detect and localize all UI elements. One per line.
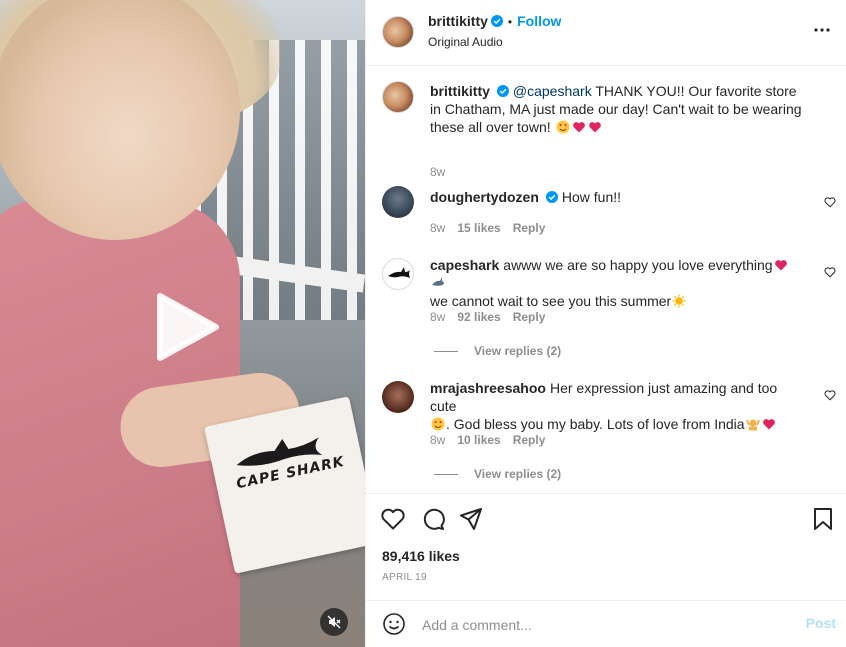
post-actions: 89,416 likes APRIL 19 [366, 493, 846, 600]
speaker-muted-icon [327, 615, 341, 629]
mute-button[interactable] [320, 608, 348, 636]
comment-username[interactable]: mrajashreesahoo [430, 380, 546, 396]
commenter-avatar[interactable] [382, 258, 414, 290]
caption-text: brittikitty @capeshark THANK YOU!! Our fa… [430, 82, 802, 136]
smiling-hearts-emoji-icon [431, 417, 445, 431]
heart-icon[interactable] [824, 266, 836, 278]
red-heart-emoji-icon [774, 260, 787, 271]
comment-meta: 8w 10 likes Reply [430, 433, 557, 447]
emoji-icon[interactable] [382, 612, 406, 636]
comment-time: 8w [430, 433, 446, 447]
save-icon[interactable] [810, 506, 836, 532]
red-heart-emoji-icon [572, 122, 585, 133]
comment-likes[interactable]: 10 likes [457, 433, 500, 447]
follow-button[interactable]: Follow [517, 13, 561, 29]
comment-item: mrajashreesahoo Her expression just amazi… [382, 379, 836, 481]
comment-body-line-1: awww we are so happy you love everything [503, 257, 773, 273]
comments-list[interactable]: brittikitty @capeshark THANK YOU!! Our fa… [366, 66, 846, 493]
caption-time: 8w [430, 165, 446, 179]
comment-text: mrajashreesahoo Her expression just amazi… [430, 379, 802, 433]
view-replies-button[interactable]: View replies (2) [434, 344, 561, 358]
reply-button[interactable]: Reply [513, 221, 546, 235]
play-icon[interactable] [152, 292, 222, 362]
post-header: brittikitty • Follow Original Audio [366, 0, 846, 66]
like-count[interactable]: 89,416 likes [382, 548, 460, 564]
post-comment-button[interactable]: Post [806, 615, 836, 631]
add-comment-bar: Post [366, 600, 846, 647]
comment-time: 8w [430, 310, 446, 324]
shark-logo-icon [388, 267, 410, 278]
sun-emoji-icon [672, 294, 686, 308]
verified-badge-icon [545, 191, 558, 203]
author-username[interactable]: brittikitty [428, 13, 488, 29]
comment-body-line-2: . God bless you my baby. Lots of love fr… [446, 416, 745, 432]
comment-meta: 8w 92 likes Reply [430, 310, 557, 324]
comment-likes[interactable]: 15 likes [457, 221, 500, 235]
shark-emoji-icon [432, 277, 444, 286]
comment-username[interactable]: capeshark [430, 257, 499, 273]
comment-item: capeshark awww we are so happy you love e… [382, 256, 836, 358]
audio-label[interactable]: Original Audio [428, 35, 503, 49]
comment-username[interactable]: doughertydozen [430, 189, 539, 205]
mention-link[interactable]: @capeshark [513, 83, 592, 99]
author-avatar[interactable] [382, 16, 414, 48]
comment-meta: 8w 15 likes Reply [430, 221, 557, 235]
comment-body: How fun!! [561, 189, 622, 205]
smiling-hearts-emoji-icon [556, 120, 570, 134]
comment-body-line-2: we cannot wait to see you this summer [430, 293, 672, 309]
post-date: APRIL 19 [382, 572, 427, 583]
commenter-avatar[interactable] [382, 186, 414, 218]
comment-likes[interactable]: 92 likes [457, 310, 500, 324]
comment-item: doughertydozen How fun!! 8w 15 likes Reply [382, 186, 836, 246]
post-video[interactable]: CAPE SHARK [0, 0, 365, 647]
verified-badge-icon [490, 15, 503, 27]
separator-dot: • [507, 15, 513, 29]
heart-icon[interactable] [824, 196, 836, 208]
commenter-avatar[interactable] [382, 381, 414, 413]
caption-block: brittikitty @capeshark THANK YOU!! Our fa… [382, 81, 836, 179]
more-options-icon[interactable] [812, 20, 832, 40]
caption-avatar[interactable] [382, 81, 414, 113]
heart-icon[interactable] [824, 389, 836, 401]
red-heart-emoji-icon [762, 419, 775, 430]
comment-icon[interactable] [420, 506, 446, 532]
view-replies-button[interactable]: View replies (2) [434, 467, 561, 481]
red-heart-emoji-icon [588, 122, 601, 133]
heart-icon[interactable] [380, 506, 406, 532]
post-dialog: CAPE SHARK brittikitty • Follow Original A… [0, 0, 846, 647]
person-raising-hands-emoji-icon [745, 419, 760, 431]
comment-input[interactable] [420, 613, 784, 637]
comment-text: doughertydozen How fun!! [430, 188, 802, 206]
caption-username[interactable]: brittikitty [430, 83, 490, 99]
reply-button[interactable]: Reply [513, 433, 546, 447]
verified-badge-icon [496, 85, 509, 97]
author-line: brittikitty • Follow [428, 13, 561, 31]
share-icon[interactable] [458, 506, 484, 532]
comment-text: capeshark awww we are so happy you love e… [430, 256, 802, 310]
post-side-panel: brittikitty • Follow Original Audio britti… [365, 0, 846, 647]
reply-button[interactable]: Reply [513, 310, 546, 324]
comment-time: 8w [430, 221, 446, 235]
